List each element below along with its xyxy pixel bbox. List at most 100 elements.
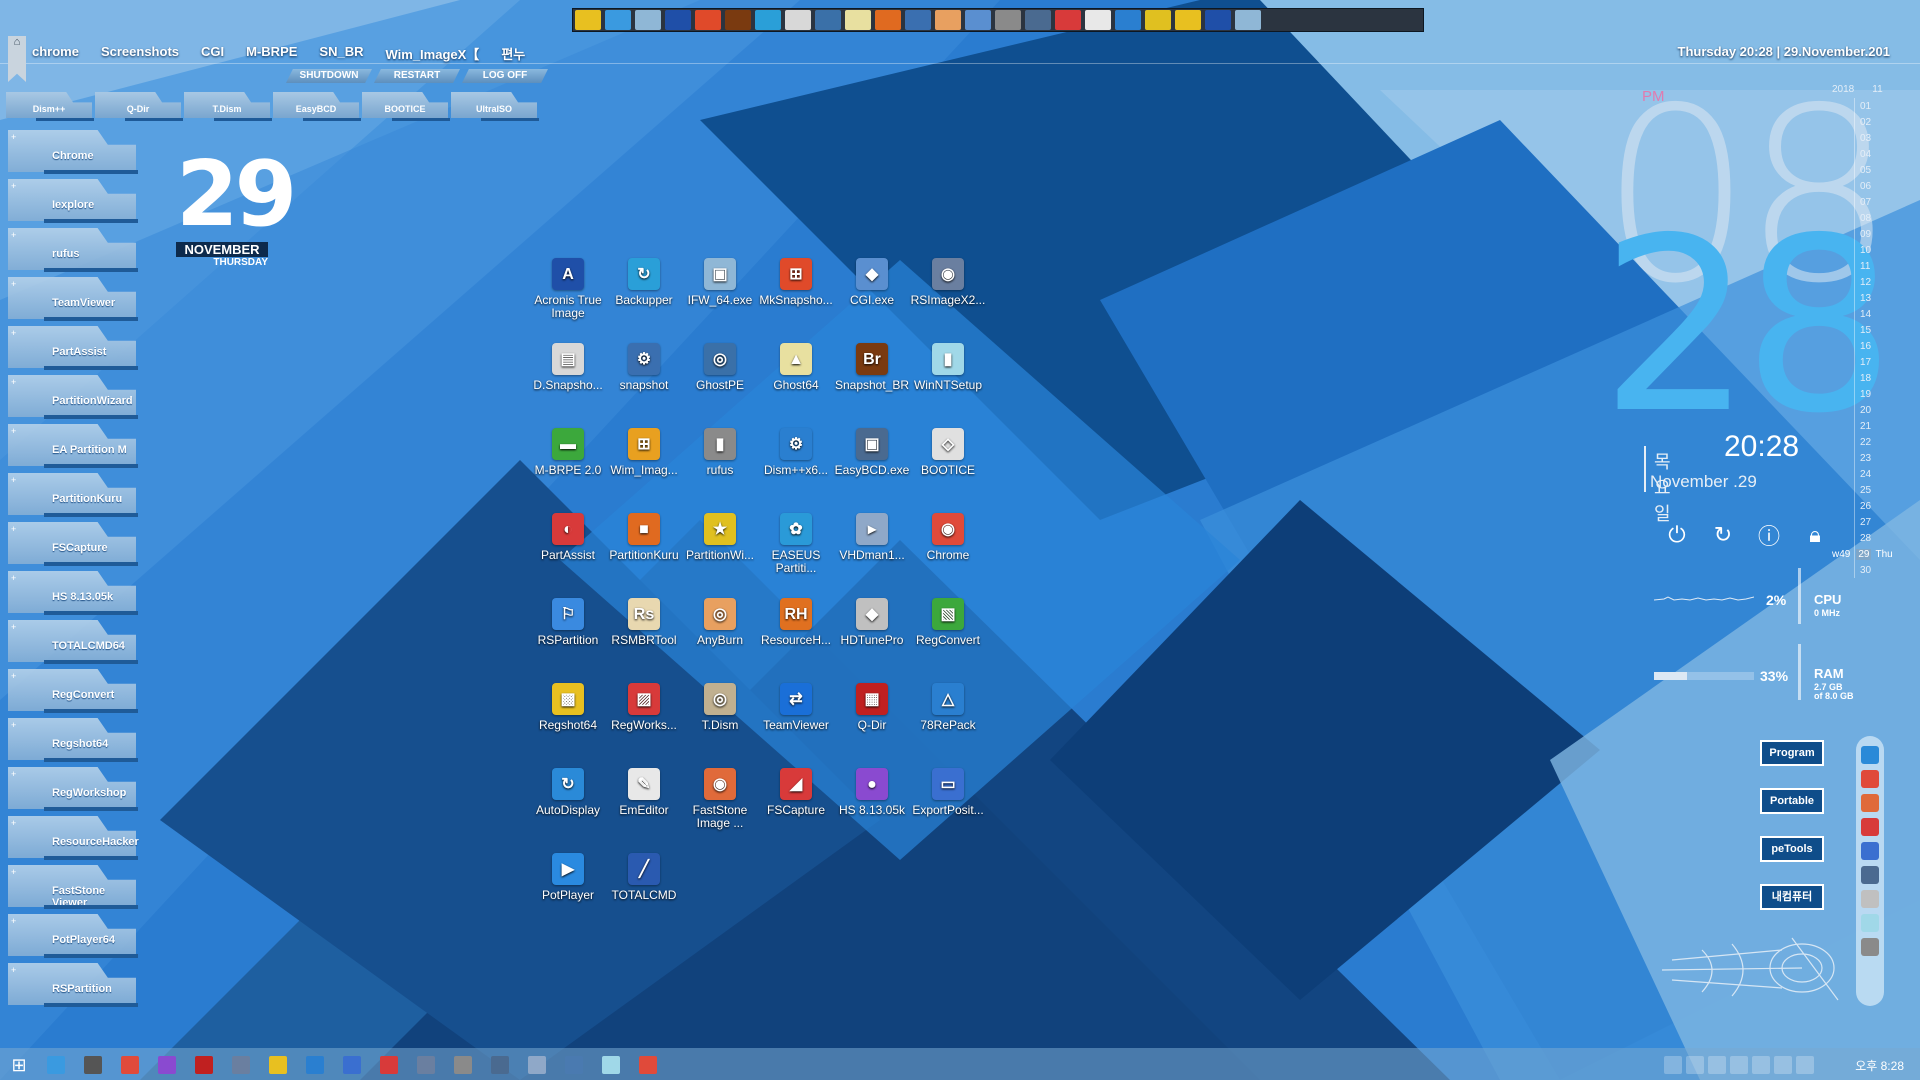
desktop-icon[interactable]: RH ResourceH... bbox=[758, 598, 834, 647]
desktop-icon[interactable]: ⇄ TeamViewer bbox=[758, 683, 834, 732]
tool-icon[interactable] bbox=[635, 10, 661, 30]
desktop-icon[interactable]: ◉ RSImageX2... bbox=[910, 258, 986, 307]
sidebar-item[interactable]: + RegConvert bbox=[8, 669, 138, 715]
desktop-icon[interactable]: ▸ VHDman1... bbox=[834, 513, 910, 562]
desktop-icon[interactable]: ★ PartitionWi... bbox=[682, 513, 758, 562]
power-option-1[interactable]: RESTART bbox=[374, 69, 460, 83]
image-icon[interactable] bbox=[343, 1056, 361, 1074]
desktop-icon[interactable]: ▬ M-BRPE 2.0 bbox=[530, 428, 606, 477]
tray-clock[interactable]: 오후 8:28 bbox=[1855, 1057, 1904, 1074]
app-icon[interactable] bbox=[158, 1056, 176, 1074]
sidebar-item[interactable]: + Chrome bbox=[8, 130, 138, 176]
top-menu-item[interactable]: CGI bbox=[201, 44, 224, 63]
wand-icon[interactable] bbox=[845, 10, 871, 30]
disk-icon[interactable] bbox=[755, 10, 781, 30]
ie-icon[interactable] bbox=[1861, 746, 1879, 764]
doc-icon[interactable] bbox=[602, 1056, 620, 1074]
info-icon[interactable]: ⓘ bbox=[1754, 520, 1784, 550]
chevron-icon[interactable] bbox=[232, 1056, 250, 1074]
tool-icon[interactable] bbox=[491, 1056, 509, 1074]
petools-button[interactable]: peTools bbox=[1760, 836, 1824, 862]
top-menu-item[interactable]: M-BRPE bbox=[246, 44, 297, 63]
bridge-icon[interactable] bbox=[725, 10, 751, 30]
desktop-icon[interactable]: ◎ T.Dism bbox=[682, 683, 758, 732]
desktop-icon[interactable]: ↻ Backupper bbox=[606, 258, 682, 307]
desktop-icon[interactable]: Br Snapshot_BR bbox=[834, 343, 910, 392]
program-button[interactable]: Program bbox=[1760, 740, 1824, 766]
power-option-2[interactable]: LOG OFF bbox=[462, 69, 548, 83]
restart-icon[interactable]: ↻ bbox=[1708, 520, 1738, 550]
chrome-icon[interactable] bbox=[1861, 770, 1879, 788]
desktop-icon[interactable]: ◉ Chrome bbox=[910, 513, 986, 562]
usb-icon[interactable] bbox=[1861, 938, 1879, 956]
sidebar-item[interactable]: + HS 8.13.05k bbox=[8, 571, 138, 617]
pen-icon[interactable] bbox=[1708, 1056, 1726, 1074]
desktop-icon[interactable]: ✿ EASEUS Partiti... bbox=[758, 513, 834, 575]
desktop-icon[interactable]: ↻ AutoDisplay bbox=[530, 768, 606, 817]
volume-icon[interactable] bbox=[1752, 1056, 1770, 1074]
sidebar-item[interactable]: + RSPartition bbox=[8, 963, 138, 1009]
sidebar-item[interactable]: + EA Partition M bbox=[8, 424, 138, 470]
sidebar-item[interactable]: + rufus bbox=[8, 228, 138, 274]
burn-icon[interactable] bbox=[935, 10, 961, 30]
acronis2-icon[interactable] bbox=[1205, 10, 1231, 30]
tool-tab[interactable]: T.Dism bbox=[184, 92, 272, 122]
tool-tab[interactable]: Q-Dir bbox=[95, 92, 183, 122]
desktop-icon[interactable]: ▮ rufus bbox=[682, 428, 758, 477]
faststone-icon[interactable] bbox=[1861, 794, 1879, 812]
tool-tab[interactable]: UltraISO bbox=[451, 92, 539, 122]
lock-icon[interactable]: 🔒︎ bbox=[1800, 520, 1830, 550]
desktop-icon[interactable]: ◎ GhostPE bbox=[682, 343, 758, 392]
desktop-icon[interactable]: ▭ ExportPosit... bbox=[910, 768, 986, 817]
tool2-icon[interactable] bbox=[1115, 10, 1141, 30]
desktop-icon[interactable]: ▣ IFW_64.exe bbox=[682, 258, 758, 307]
top-menu-item[interactable]: Screenshots bbox=[101, 44, 179, 63]
desktop-icon[interactable]: Rs RSMBRTool bbox=[606, 598, 682, 647]
desktop-icon[interactable]: ◇ BOOTICE bbox=[910, 428, 986, 477]
desktop-icon[interactable]: ▶ PotPlayer bbox=[530, 853, 606, 902]
ghost-icon[interactable] bbox=[815, 10, 841, 30]
drive-icon[interactable] bbox=[1025, 10, 1051, 30]
sidebar-item[interactable]: + PartitionKuru bbox=[8, 473, 138, 519]
my-computer-button[interactable]: 내컴퓨터 bbox=[1760, 884, 1824, 910]
chrome-icon[interactable] bbox=[121, 1056, 139, 1074]
desktop-icon[interactable]: ▤ D.Snapsho... bbox=[530, 343, 606, 392]
desktop-icon[interactable]: ◎ AnyBurn bbox=[682, 598, 758, 647]
search-icon[interactable] bbox=[965, 10, 991, 30]
desktop-icon[interactable]: ▩ Regshot64 bbox=[530, 683, 606, 732]
desktop-icon[interactable]: A Acronis True Image bbox=[530, 258, 606, 320]
app-icon[interactable] bbox=[575, 10, 601, 30]
vhd-icon[interactable] bbox=[528, 1056, 546, 1074]
desktop-icon[interactable]: ◢ FSCapture bbox=[758, 768, 834, 817]
snapshot-icon[interactable] bbox=[905, 10, 931, 30]
windows-icon[interactable] bbox=[695, 10, 721, 30]
image-icon[interactable] bbox=[1235, 10, 1261, 30]
computer-icon[interactable] bbox=[1861, 866, 1879, 884]
keyboard-icon[interactable] bbox=[1796, 1056, 1814, 1074]
desktop-icon[interactable]: ▧ RegConvert bbox=[910, 598, 986, 647]
desktop-icon[interactable]: ⊞ MkSnapsho... bbox=[758, 258, 834, 307]
desktop-icon[interactable]: ◉ FastStone Image ... bbox=[682, 768, 758, 830]
desktop-icon[interactable]: ▦ Q-Dir bbox=[834, 683, 910, 732]
top-menu-item[interactable]: 편누 bbox=[501, 44, 525, 63]
desktop-icon[interactable]: △ 78RePack bbox=[910, 683, 986, 732]
cortana-icon[interactable] bbox=[47, 1056, 65, 1074]
desktop-icon[interactable]: ▨ RegWorks... bbox=[606, 683, 682, 732]
sidebar-item[interactable]: + Regshot64 bbox=[8, 718, 138, 764]
folder-icon[interactable] bbox=[269, 1056, 287, 1074]
sidebar-item[interactable]: + RegWorkshop bbox=[8, 767, 138, 813]
book-icon[interactable] bbox=[1861, 914, 1879, 932]
eraser-icon[interactable] bbox=[1861, 890, 1879, 908]
archive-icon[interactable] bbox=[875, 10, 901, 30]
pin-icon[interactable] bbox=[380, 1056, 398, 1074]
calendar-icon[interactable] bbox=[1861, 818, 1879, 836]
settings-icon[interactable] bbox=[84, 1056, 102, 1074]
sidebar-item[interactable]: + PartitionWizard bbox=[8, 375, 138, 421]
tool-tab[interactable]: Dism++ bbox=[6, 92, 94, 122]
cam-icon[interactable] bbox=[306, 1056, 324, 1074]
desktop-icon[interactable]: ■ PartitionKuru bbox=[606, 513, 682, 562]
sidebar-item[interactable]: + PartAssist bbox=[8, 326, 138, 372]
portable-button[interactable]: Portable bbox=[1760, 788, 1824, 814]
color-icon[interactable] bbox=[1730, 1056, 1748, 1074]
desktop-icon[interactable]: ▣ EasyBCD.exe bbox=[834, 428, 910, 477]
